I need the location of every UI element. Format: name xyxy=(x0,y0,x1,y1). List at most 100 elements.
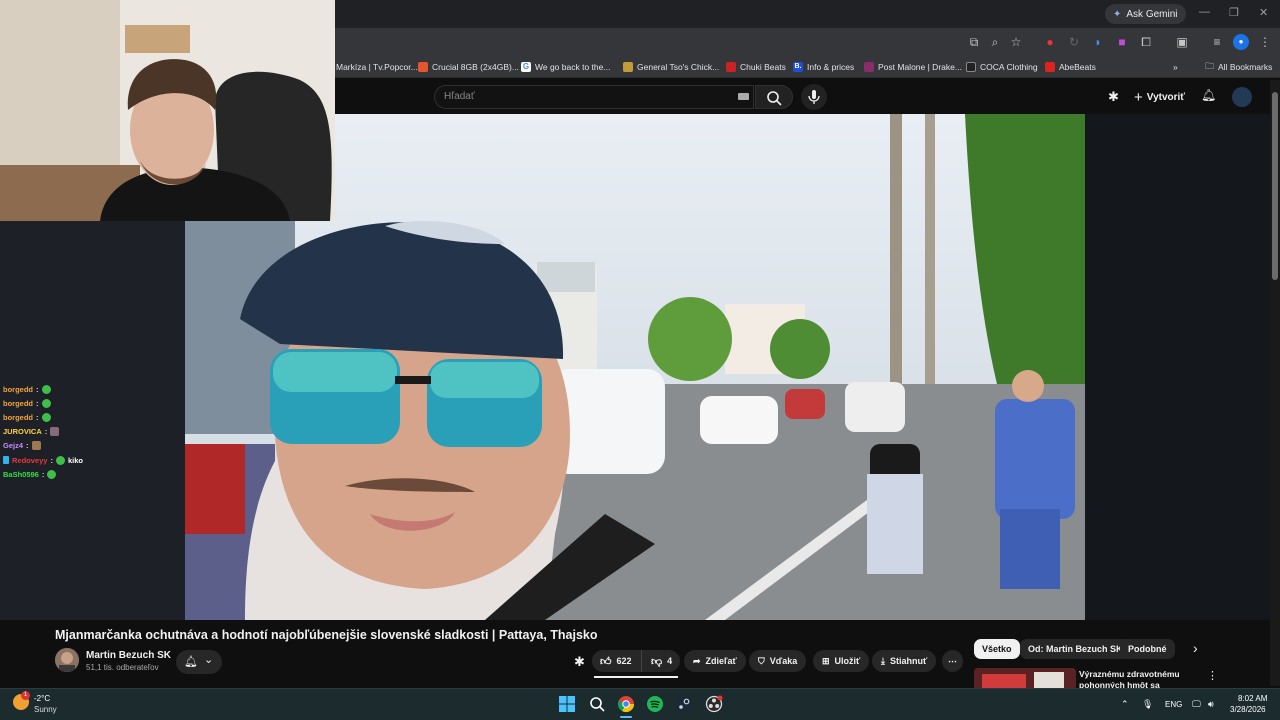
volume-icon[interactable]: 🔊︎ xyxy=(1208,699,1214,710)
chat-message: JUROVICA: xyxy=(3,425,183,439)
bookmark-item[interactable]: Crucial 8GB (2x4GB)... xyxy=(418,60,519,74)
bookmark-item[interactable]: Post Malone | Drake... xyxy=(864,60,962,74)
video-backdrop-right xyxy=(1085,114,1270,620)
spotify-icon[interactable] xyxy=(646,695,664,713)
bookmark-favicon-icon xyxy=(864,62,874,72)
extension-purple-icon[interactable]: ■ xyxy=(1114,34,1130,50)
save-button[interactable]: ⊞ Uložiť xyxy=(813,650,870,672)
recommended-thumbnail[interactable] xyxy=(974,668,1076,690)
webcam-frame xyxy=(0,0,335,221)
clock-time[interactable]: 8:02 AM xyxy=(1238,694,1267,703)
chip-from-channel[interactable]: Od: Martin Bezuch SK xyxy=(1020,639,1131,659)
bookmark-item[interactable]: Markíza | Tv.Popcor... xyxy=(336,60,418,74)
chip-related[interactable]: Podobné xyxy=(1120,639,1175,659)
scrollbar-thumb[interactable] xyxy=(1272,92,1278,280)
channel-avatar[interactable] xyxy=(55,648,79,672)
video-title: Mjanmarčanka ochutnáva a hodnotí najobľú… xyxy=(55,628,598,642)
google-icon: G xyxy=(521,62,531,72)
close-icon[interactable]: ✕ xyxy=(1259,6,1268,19)
subscription-bell-button[interactable]: 🔔︎ ⌄ xyxy=(176,650,222,674)
bookmark-favicon-icon xyxy=(1045,62,1055,72)
account-avatar[interactable] xyxy=(1232,87,1252,107)
notifications-bell-icon[interactable]: 🔔︎ xyxy=(1201,88,1216,102)
clock-date[interactable]: 3/28/2026 xyxy=(1230,705,1266,714)
chips-next-icon[interactable]: › xyxy=(1193,640,1198,656)
bookmark-item[interactable]: General Tso's Chick... xyxy=(623,60,719,74)
minimize-icon[interactable]: — xyxy=(1199,6,1210,18)
tray-overflow-icon[interactable]: ⌃ xyxy=(1121,699,1129,710)
extension-blue-icon[interactable]: ◗ xyxy=(1090,34,1106,50)
all-bookmarks-label: All Bookmarks xyxy=(1218,62,1273,72)
bookmark-item[interactable]: Chuki Beats xyxy=(726,60,786,74)
zoom-icon[interactable]: ⌕ xyxy=(987,34,1003,50)
windows-taskbar xyxy=(0,688,1280,720)
steam-icon[interactable] xyxy=(675,695,693,713)
chat-username: borgedd xyxy=(3,398,33,408)
bookmark-label: Info & prices xyxy=(807,62,855,72)
chat-text: kiko xyxy=(67,455,83,465)
create-button[interactable]: + Vytvoriť xyxy=(1134,89,1185,106)
network-icon[interactable]: 🖵︎ xyxy=(1192,699,1201,710)
keyboard-icon[interactable] xyxy=(738,93,749,100)
thanks-label: Vďaka xyxy=(769,656,798,666)
share-icon: ➦ xyxy=(693,655,701,666)
extensions-puzzle-icon[interactable]: ⧠ xyxy=(1138,34,1154,50)
bookmark-item[interactable]: G We go back to the... xyxy=(521,60,610,74)
bookmark-item[interactable]: AbeBeats xyxy=(1045,60,1096,74)
thumbnail-image xyxy=(974,668,1076,690)
bookmarks-overflow-icon[interactable]: » xyxy=(1173,60,1178,74)
windows-start-icon[interactable] xyxy=(558,695,576,713)
bookmark-label: We go back to the... xyxy=(535,62,611,72)
channel-avatar-image xyxy=(55,648,79,672)
bookmark-item[interactable]: COCA Clothing xyxy=(966,60,1038,74)
ask-gemini-button[interactable]: ✦ Ask Gemini xyxy=(1105,4,1186,24)
maximize-icon[interactable]: ❐ xyxy=(1229,6,1239,19)
share-button[interactable]: ➦ Zdieľať xyxy=(684,650,746,672)
create-label: Vytvoriť xyxy=(1146,92,1186,103)
channel-name[interactable]: Martin Bezuch SK xyxy=(86,650,171,661)
bookmark-favicon-icon xyxy=(726,62,736,72)
weather-condition[interactable]: Sunny xyxy=(34,705,57,714)
download-button[interactable]: ⤓ Stiahnuť xyxy=(872,650,937,672)
gemini-spark-icon[interactable]: ✱ xyxy=(1108,89,1119,105)
chat-username: BaSh0596 xyxy=(3,469,39,479)
search-input[interactable] xyxy=(434,85,754,109)
thumbs-down-icon: 👎︎ xyxy=(651,655,663,668)
media-icon[interactable]: ≡ xyxy=(1209,34,1225,50)
bookmark-label: Chuki Beats xyxy=(740,62,786,72)
weather-temperature[interactable]: -2°C xyxy=(34,694,50,703)
thanks-button[interactable]: ⛉ Vďaka xyxy=(749,650,807,672)
chat-username: borgedd xyxy=(3,412,33,422)
recommended-title[interactable]: Výraznému zdravotnému pohonných hmôt sa … xyxy=(1079,669,1204,689)
all-bookmarks-button[interactable]: 🗀 All Bookmarks xyxy=(1205,60,1272,74)
chat-username: borgedd xyxy=(3,384,33,394)
like-button[interactable]: 👍︎ 622 xyxy=(592,650,641,672)
chat-badge-icon xyxy=(3,456,9,465)
cast-icon[interactable]: ⧉ xyxy=(966,34,982,50)
chip-all[interactable]: Všetko xyxy=(974,639,1020,659)
language-indicator[interactable]: ENG xyxy=(1165,700,1182,709)
chat-username: Redoveyy xyxy=(12,455,48,465)
bookmark-item[interactable]: B. Info & prices xyxy=(793,60,854,74)
voice-search-button[interactable] xyxy=(801,84,827,110)
obs-icon[interactable] xyxy=(705,695,723,713)
chrome-icon[interactable] xyxy=(617,695,635,713)
like-count: 622 xyxy=(616,656,632,666)
plus-icon: + xyxy=(1134,89,1143,106)
recommended-menu-icon[interactable]: ⋮ xyxy=(1207,669,1218,682)
extension-red-icon[interactable]: ● xyxy=(1042,34,1058,50)
more-actions-button[interactable]: ⋯ xyxy=(942,650,963,672)
microphone-tray-icon[interactable]: 🎙︎ xyxy=(1142,699,1153,710)
extension-gray-icon[interactable]: ↻ xyxy=(1066,34,1082,50)
search-icon[interactable] xyxy=(588,695,606,713)
sidepanel-icon[interactable]: ▣ xyxy=(1174,34,1190,50)
gemini-spark-icon[interactable]: ✱ xyxy=(574,654,585,670)
bookmark-star-icon[interactable]: ☆ xyxy=(1008,34,1024,50)
search-button[interactable] xyxy=(755,85,793,109)
dislike-button[interactable]: 👎︎ 4 xyxy=(641,650,681,672)
ask-gemini-label: Ask Gemini xyxy=(1126,8,1178,20)
chat-message: borgedd: xyxy=(3,382,183,396)
profile-avatar-icon[interactable]: ● xyxy=(1233,34,1249,50)
menu-kebab-icon[interactable]: ⋮ xyxy=(1257,34,1273,50)
thumbs-up-icon: 👍︎ xyxy=(600,655,612,668)
